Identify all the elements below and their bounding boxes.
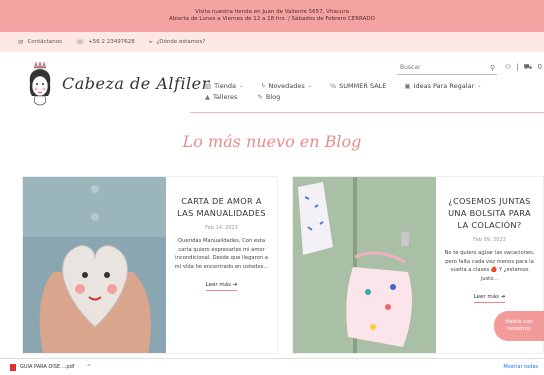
graduation-icon: ▲ (205, 92, 210, 101)
envelope-icon: ✉ (18, 37, 24, 46)
post-date: Feb 14, 2023 (205, 225, 238, 231)
cart-icon[interactable]: ⛟ (524, 63, 533, 72)
edit-icon: ✎ (257, 92, 263, 101)
post-image[interactable] (23, 177, 166, 354)
announcement-line-2: Abierta de Lunes a Viernes de 12 a 18 hr… (169, 16, 375, 22)
chat-button[interactable]: Habla con nosotros (494, 311, 544, 341)
phone-label: +56 2 23497628 (88, 39, 135, 45)
pdf-icon (10, 363, 16, 371)
location-label: ¿Dónde estamos? (156, 39, 206, 45)
search-input[interactable] (400, 64, 480, 71)
search-bar: ⚲ (397, 62, 497, 75)
section-headline: Lo más nuevo en Blog (182, 132, 362, 151)
nav-ideas-regalar[interactable]: ▣ Ideas Para Regalar ⌄ (404, 82, 481, 90)
location-link[interactable]: ⌖ ¿Dónde estamos? (149, 39, 206, 46)
post-excerpt: Queridas Manualidades, Con esta carta qu… (174, 238, 269, 270)
post-title[interactable]: CARTA DE AMOR A LAS MANUALIDADES (172, 195, 271, 219)
brand-name[interactable]: Cabeza de Alfiler (62, 74, 210, 93)
site-header: Cabeza de Alfiler ⚲ ⚇ | ⛟ 0 ▥ Tienda ⌄ ϟ… (0, 52, 544, 122)
header-divider (190, 112, 544, 113)
nav-ideas-label: Ideas Para Regalar (413, 82, 475, 90)
announcement-line-1: Visita nuestra tienda en Juan de Valient… (195, 9, 349, 15)
nav-novedades[interactable]: ϟ Novedades ⌄ (261, 82, 312, 90)
cart-count: 0 (537, 63, 542, 71)
gift-icon: ▣ (404, 81, 411, 90)
post-title[interactable]: ¿COSEMOS JUNTAS UNA BOLSITA PARA LA COLA… (442, 195, 537, 231)
show-all-downloads[interactable]: Mostrar todas (503, 364, 538, 370)
bolt-icon: ϟ (261, 81, 266, 90)
page: Visita nuestra tienda en Juan de Valient… (0, 0, 544, 375)
contact-label: Contáctanos (27, 39, 62, 45)
download-bar: GUIA PARA DISE....pdf ^ Mostrar todas (0, 358, 544, 375)
nav-summer-sale[interactable]: % SUMMER SALE (330, 82, 386, 90)
post-image[interactable] (293, 177, 436, 354)
announcement-bar: Visita nuestra tienda en Juan de Valient… (0, 0, 544, 32)
user-icon[interactable]: ⚇ (505, 63, 511, 72)
post-excerpt: No te quiero agüar las vacaciones, pero … (444, 250, 535, 282)
account-icons: ⚇ | ⛟ 0 (505, 63, 542, 72)
nav-tienda-label: Tienda (214, 82, 236, 90)
percent-icon: % (329, 81, 337, 90)
contact-link[interactable]: ✉ Contáctanos (18, 39, 62, 46)
nav-blog[interactable]: ✎ Blog (257, 93, 280, 101)
nav-novedades-label: Novedades (268, 82, 305, 90)
chevron-down-icon: ⌄ (307, 83, 312, 89)
info-bar: ✉ Contáctanos ☏ +56 2 23497628 ⌖ ¿Dónde … (0, 32, 544, 52)
chevron-down-icon: ⌄ (477, 83, 482, 89)
post-body: CARTA DE AMOR A LAS MANUALIDADES Feb 14,… (166, 177, 277, 353)
chevron-up-icon[interactable]: ^ (87, 364, 92, 371)
post-date: Feb 09, 2023 (473, 237, 506, 243)
separator: | (516, 63, 519, 71)
download-filename: GUIA PARA DISE....pdf (20, 364, 75, 370)
read-more-link[interactable]: Leer más ➔ (473, 294, 506, 303)
location-pin-icon: ⌖ (148, 37, 153, 46)
search-icon[interactable]: ⚲ (490, 64, 495, 72)
blog-post-card[interactable]: CARTA DE AMOR A LAS MANUALIDADES Feb 14,… (22, 176, 278, 354)
chevron-down-icon: ⌄ (238, 83, 244, 89)
store-icon: ▥ (205, 81, 212, 90)
nav-tienda[interactable]: ▥ Tienda ⌄ (205, 82, 243, 90)
nav-summer-sale-label: SUMMER SALE (339, 82, 387, 90)
phone-icon: ☏ (75, 37, 85, 46)
nav-talleres[interactable]: ▲ Talleres (205, 93, 237, 101)
download-item[interactable]: GUIA PARA DISE....pdf ^ (10, 363, 92, 371)
nav-blog-label: Blog (265, 93, 281, 101)
main-nav: ▥ Tienda ⌄ ϟ Novedades ⌄ % SUMMER SALE ▣… (205, 82, 481, 101)
logo-face-icon[interactable] (24, 62, 56, 114)
nav-talleres-label: Talleres (213, 93, 238, 101)
read-more-link[interactable]: Leer más ➔ (205, 282, 238, 291)
phone-link[interactable]: ☏ +56 2 23497628 (76, 39, 135, 46)
